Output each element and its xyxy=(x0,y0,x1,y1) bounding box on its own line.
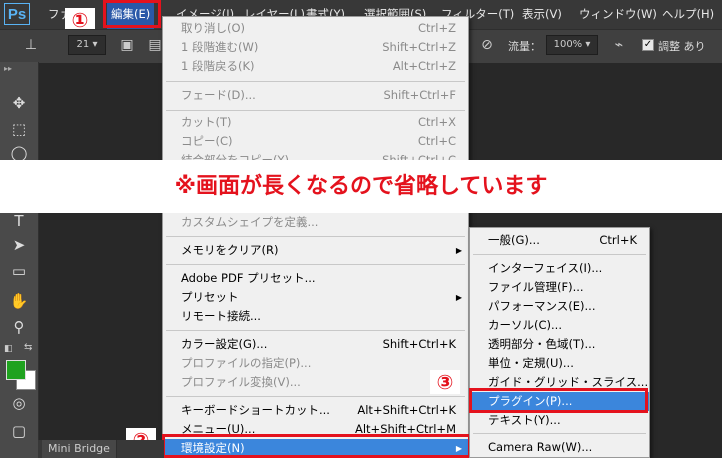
preferences-submenu: 一般(G)... Ctrl+K インターフェイス(I)... ファイル管理(F).… xyxy=(469,227,650,458)
menu-separator xyxy=(473,254,646,255)
menu-item-purge[interactable]: メモリをクリア(R) ▶ xyxy=(163,241,468,260)
menu-separator xyxy=(166,110,465,111)
submenu-item-transparency-gamut[interactable]: 透明部分・色域(T)... xyxy=(470,335,649,354)
submenu-item-cursors[interactable]: カーソル(C)... xyxy=(470,316,649,335)
submenu-arrow-icon: ▶ xyxy=(455,246,462,255)
photoshop-logo: Ps xyxy=(4,3,30,25)
menu-separator xyxy=(473,433,646,434)
submenu-item-units-rulers[interactable]: 単位・定規(U)... xyxy=(470,354,649,373)
toolbox: ▸▸ ✥ ⬚ ◯ T ➤ ▭ ✋ ⚲ ◧ ⇆ ◎ ▢ xyxy=(0,62,39,458)
quick-mask-icon[interactable]: ◎ xyxy=(8,392,30,414)
flow-value: 100% xyxy=(553,39,583,50)
screen-mode-icon[interactable]: ▢ xyxy=(8,420,30,442)
submenu-item-performance[interactable]: パフォーマンス(E)... xyxy=(470,297,649,316)
menu-item-step-backward[interactable]: 1 段階戻る(K) Alt+Ctrl+Z xyxy=(163,57,468,76)
menu-separator xyxy=(166,81,465,82)
brush-size-value: 21 xyxy=(76,39,90,50)
shape-tool-icon[interactable]: ▭ xyxy=(8,260,30,282)
pressure-opacity-icon[interactable]: ⊘ xyxy=(478,36,496,54)
menu-separator xyxy=(166,236,465,237)
menu-item-step-forward[interactable]: 1 段階進む(W) Shift+Ctrl+Z xyxy=(163,38,468,57)
submenu-item-general[interactable]: 一般(G)... Ctrl+K xyxy=(470,231,649,250)
highlight-box-plugins xyxy=(469,388,648,413)
menu-item-keyboard-shortcuts[interactable]: キーボードショートカット... Alt+Shift+Ctrl+K xyxy=(163,401,468,420)
brush-panel-icon[interactable]: ▣ xyxy=(118,36,136,54)
menu-item-cut[interactable]: カット(T) Ctrl+X xyxy=(163,113,468,132)
brush-size-dropdown[interactable]: 21 ▾ xyxy=(68,35,106,55)
omission-banner-text: ※画面が長くなるので省略しています xyxy=(174,174,548,199)
menu-item-color-settings[interactable]: カラー設定(G)... Shift+Ctrl+K xyxy=(163,335,468,354)
menu-item-pdf-presets[interactable]: Adobe PDF プリセット... xyxy=(163,269,468,288)
hand-tool-icon[interactable]: ✋ xyxy=(8,290,30,312)
menu-window[interactable]: ウィンドウ(W) xyxy=(579,0,657,29)
stamp-tool-icon[interactable]: ⊥ xyxy=(22,36,40,54)
path-selection-tool-icon[interactable]: ➤ xyxy=(8,234,30,256)
menu-item-fade[interactable]: フェード(D)... Shift+Ctrl+F xyxy=(163,86,468,105)
move-tool-icon[interactable]: ✥ xyxy=(8,92,30,114)
zoom-tool-icon[interactable]: ⚲ xyxy=(8,316,30,338)
menu-separator xyxy=(166,330,465,331)
menu-separator xyxy=(166,396,465,397)
airbrush-icon[interactable]: ⌁ xyxy=(610,36,628,54)
default-colors-icon[interactable]: ◧ xyxy=(4,344,13,354)
omission-banner: ※画面が長くなるので省略しています xyxy=(0,160,722,213)
submenu-item-interface[interactable]: インターフェイス(I)... xyxy=(470,259,649,278)
submenu-item-type[interactable]: テキスト(Y)... xyxy=(470,411,649,430)
marquee-tool-icon[interactable]: ⬚ xyxy=(8,118,30,140)
highlight-box-edit xyxy=(103,0,161,28)
edit-menu: 取り消し(O) Ctrl+Z 1 段階進む(W) Shift+Ctrl+Z 1 段階… xyxy=(162,16,469,458)
menu-item-define-custom-shape[interactable]: カスタムシェイプを定義... xyxy=(163,213,468,232)
submenu-arrow-icon: ▶ xyxy=(455,293,462,302)
foreground-color-swatch[interactable] xyxy=(6,360,26,380)
type-tool-icon[interactable]: T xyxy=(8,210,30,232)
submenu-item-file-handling[interactable]: ファイル管理(F)... xyxy=(470,278,649,297)
aligned-label: 調整 あり xyxy=(658,40,706,53)
menu-item-copy[interactable]: コピー(C) Ctrl+C xyxy=(163,132,468,151)
step-3-badge: ③ xyxy=(430,370,460,394)
flow-dropdown[interactable]: 100% ▾ xyxy=(546,35,598,55)
highlight-box-preferences xyxy=(162,434,471,458)
menu-view[interactable]: 表示(V) xyxy=(522,0,562,29)
menu-item-convert-profile[interactable]: プロファイル変換(V)... xyxy=(163,373,468,392)
tab-mini-bridge[interactable]: Mini Bridge xyxy=(42,440,117,458)
flow-label: 流量： xyxy=(508,40,541,53)
submenu-item-camera-raw[interactable]: Camera Raw(W)... xyxy=(470,438,649,457)
aligned-checkbox[interactable]: ✓ xyxy=(642,39,654,51)
menu-item-assign-profile[interactable]: プロファイルの指定(P)... xyxy=(163,354,468,373)
swap-colors-icon[interactable]: ⇆ xyxy=(24,342,32,353)
menu-item-remote-connections[interactable]: リモート接続... xyxy=(163,307,468,326)
collapse-icon[interactable]: ▸▸ xyxy=(4,64,12,73)
bottom-panel-tabs: Mini Bridge xyxy=(38,440,164,458)
menu-item-undo[interactable]: 取り消し(O) Ctrl+Z xyxy=(163,19,468,38)
menu-separator xyxy=(166,264,465,265)
menu-help[interactable]: ヘルプ(H) xyxy=(662,0,714,29)
menu-item-presets[interactable]: プリセット ▶ xyxy=(163,288,468,307)
